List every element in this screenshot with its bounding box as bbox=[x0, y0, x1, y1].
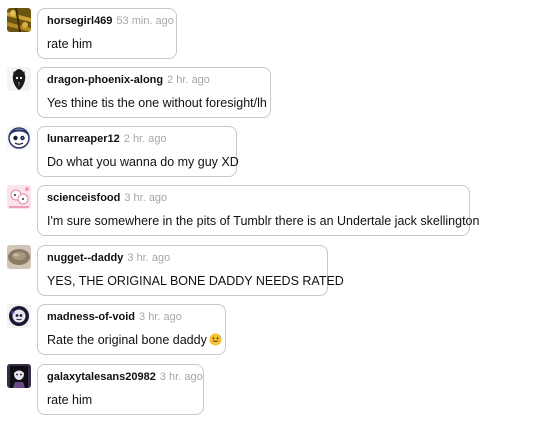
black-dragon-head-avatar[interactable] bbox=[7, 67, 31, 91]
comment-text: Rate the original bone daddy bbox=[47, 332, 222, 348]
timestamp[interactable]: 2 hr. ago bbox=[167, 74, 210, 86]
username[interactable]: scienceisfood bbox=[47, 192, 120, 204]
dark-character-avatar[interactable] bbox=[7, 304, 31, 328]
black-character-avatar[interactable] bbox=[7, 364, 31, 388]
timestamp[interactable]: 53 min. ago bbox=[116, 15, 173, 27]
comment-bubble: madness-of-void 3 hr. ago Rate the origin… bbox=[37, 304, 226, 355]
comment-text: YES, THE ORIGINAL BONE DADDY NEEDS RATED bbox=[47, 274, 344, 288]
timestamp[interactable]: 3 hr. ago bbox=[139, 311, 182, 323]
timestamp[interactable]: 3 hr. ago bbox=[160, 371, 203, 383]
comment-text: rate him bbox=[47, 393, 93, 407]
comment-text-content: Rate the original bone daddy bbox=[47, 333, 207, 347]
username[interactable]: nugget--daddy bbox=[47, 252, 123, 264]
username[interactable]: galaxytalesans20982 bbox=[47, 371, 156, 383]
comment-bubble: nugget--daddy 3 hr. ago YES, THE ORIGINAL… bbox=[37, 245, 344, 296]
comment-text: rate him bbox=[47, 37, 93, 51]
timestamp[interactable]: 3 hr. ago bbox=[127, 252, 170, 264]
skull-face-avatar[interactable] bbox=[7, 126, 31, 150]
comment-bubble: galaxytalesans20982 3 hr. ago rate him bbox=[37, 364, 204, 415]
comment-bubble: scienceisfood 3 hr. ago I'm sure somewher… bbox=[37, 185, 480, 236]
comment-bubble: dragon-phoenix-along 2 hr. ago Yes thine … bbox=[37, 67, 271, 118]
comment-bubble: horsegirl469 53 min. ago rate him bbox=[37, 8, 177, 59]
pink-cartoon-avatar[interactable] bbox=[7, 185, 31, 209]
comment-text: Do what you wanna do my guy XD bbox=[47, 155, 239, 169]
comment-text: Yes thine tis the one without foresight/… bbox=[47, 96, 267, 110]
gold-texture-avatar[interactable] bbox=[7, 8, 31, 32]
comment-text: I'm sure somewhere in the pits of Tumblr… bbox=[47, 214, 480, 228]
grinning-sweat-emoji bbox=[209, 333, 222, 346]
comment-bubble: lunarreaper12 2 hr. ago Do what you wanna… bbox=[37, 126, 239, 177]
username[interactable]: horsegirl469 bbox=[47, 15, 112, 27]
username[interactable]: dragon-phoenix-along bbox=[47, 74, 163, 86]
username[interactable]: madness-of-void bbox=[47, 311, 135, 323]
brown-blur-avatar[interactable] bbox=[7, 245, 31, 269]
timestamp[interactable]: 3 hr. ago bbox=[124, 192, 167, 204]
timestamp[interactable]: 2 hr. ago bbox=[124, 133, 167, 145]
username[interactable]: lunarreaper12 bbox=[47, 133, 120, 145]
